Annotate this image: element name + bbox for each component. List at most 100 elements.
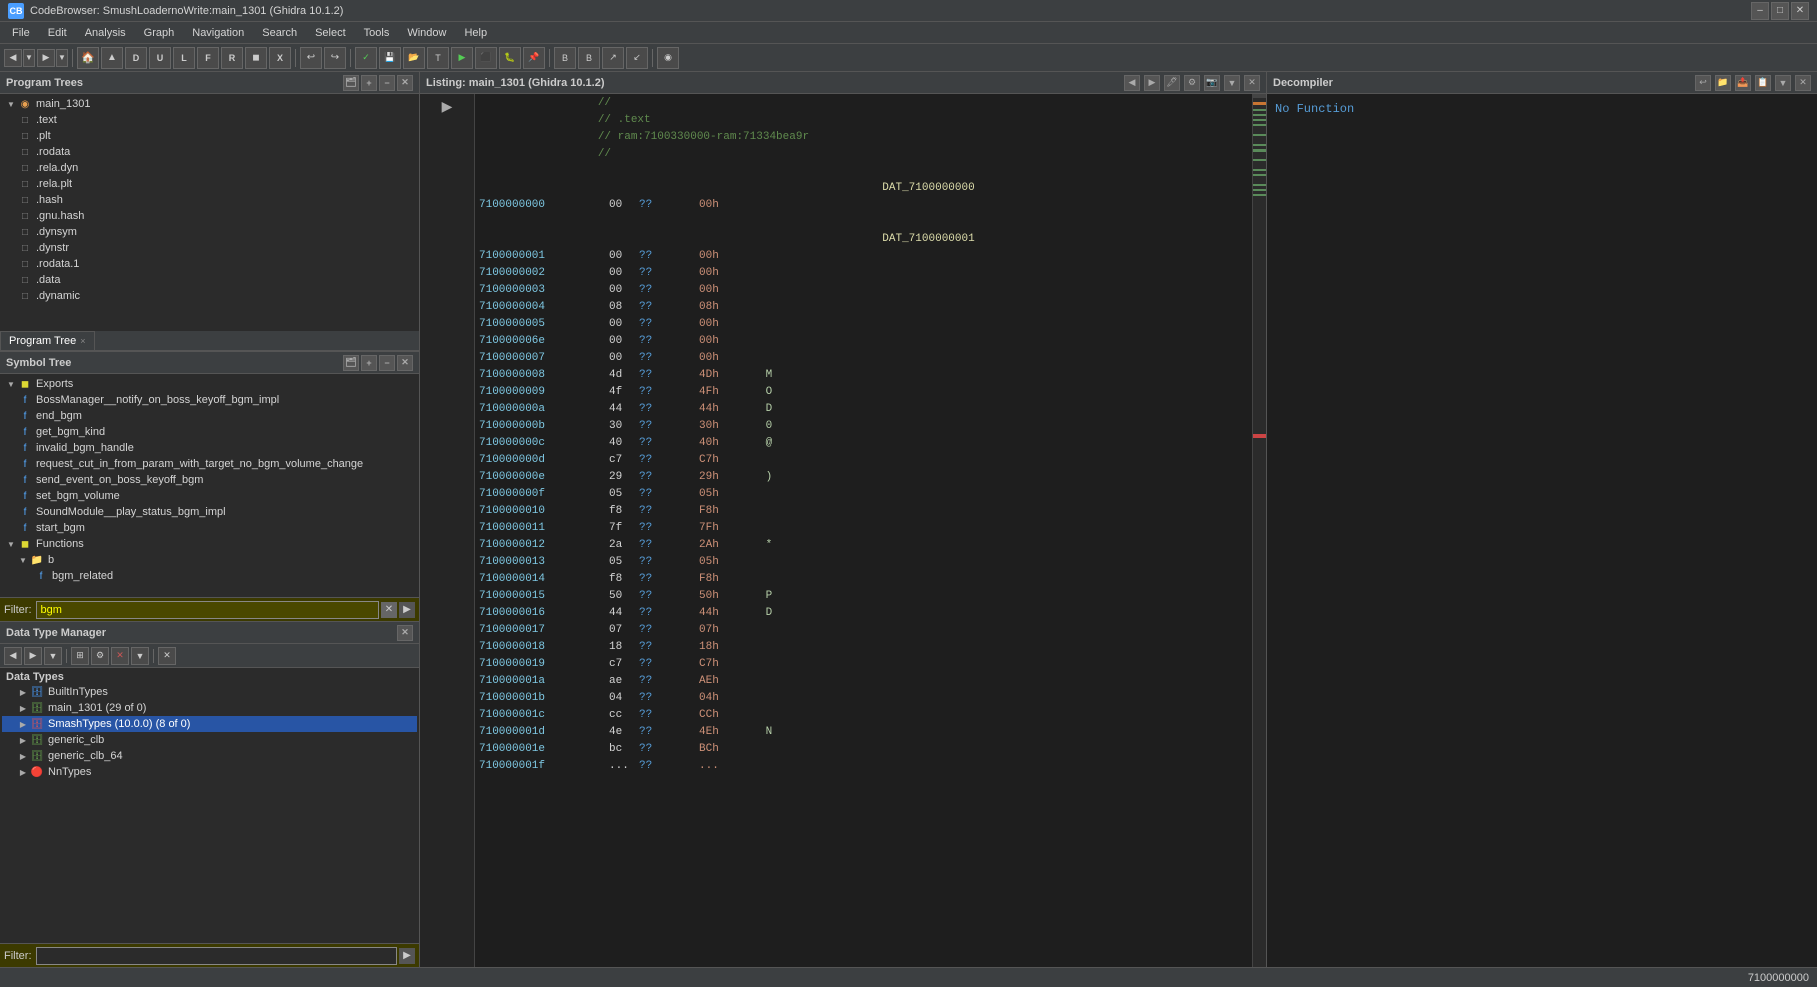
tree-gnu-hash[interactable]: □ .gnu.hash bbox=[2, 208, 417, 224]
listing-row-0[interactable]: 7100000000 00 ?? 00h bbox=[475, 196, 1252, 213]
toolbar-up[interactable]: ▲ bbox=[101, 47, 123, 69]
dtm-main1301[interactable]: ▶ 🗄 main_1301 (29 of 0) bbox=[2, 700, 417, 716]
row-10[interactable]: 7100000010 f8 ?? F8h bbox=[475, 502, 1252, 519]
toolbar-label[interactable]: L bbox=[173, 47, 195, 69]
toolbar-export[interactable]: ↗ bbox=[602, 47, 624, 69]
tree-plt[interactable]: □ .plt bbox=[2, 128, 417, 144]
maximize-button[interactable]: □ bbox=[1771, 2, 1789, 20]
dtm-filter-input[interactable] bbox=[36, 947, 398, 965]
row-9[interactable]: 7100000009 4f ?? 4Fh O bbox=[475, 383, 1252, 400]
filter-go-button[interactable]: ▶ bbox=[399, 602, 415, 618]
row-e[interactable]: 710000000e 29 ?? 29h ) bbox=[475, 468, 1252, 485]
toolbar-extra1[interactable]: ◉ bbox=[657, 47, 679, 69]
menu-analysis[interactable]: Analysis bbox=[77, 23, 134, 43]
toolbar-import[interactable]: ↙ bbox=[626, 47, 648, 69]
row-8[interactable]: 7100000008 4d ?? 4Dh M bbox=[475, 366, 1252, 383]
row-a[interactable]: 710000000a 44 ?? 44h D bbox=[475, 400, 1252, 417]
tree-dynsym[interactable]: □ .dynsym bbox=[2, 224, 417, 240]
dtm-red-x[interactable]: ✕ bbox=[111, 647, 129, 665]
func-bgm-related[interactable]: f bgm_related bbox=[2, 568, 417, 584]
tree-rela-plt[interactable]: □ .rela.plt bbox=[2, 176, 417, 192]
row-d[interactable]: 710000000d c7 ?? C7h bbox=[475, 451, 1252, 468]
toolbar-redo[interactable]: ↪ bbox=[324, 47, 346, 69]
toolbar-x[interactable]: X bbox=[269, 47, 291, 69]
tree-rodata[interactable]: □ .rodata bbox=[2, 144, 417, 160]
symbol-tree-btn1[interactable]: 🗂 bbox=[343, 355, 359, 371]
tree-dynamic[interactable]: □ .dynamic bbox=[2, 288, 417, 304]
tree-rodata1[interactable]: □ .rodata.1 bbox=[2, 256, 417, 272]
toolbar-disasm[interactable]: D bbox=[125, 47, 147, 69]
row-13[interactable]: 7100000013 05 ?? 05h bbox=[475, 553, 1252, 570]
decompiler-btn3[interactable]: 📤 bbox=[1735, 75, 1751, 91]
export-invalid-bgm[interactable]: f invalid_bgm_handle bbox=[2, 440, 417, 456]
row-14[interactable]: 7100000014 f8 ?? F8h bbox=[475, 570, 1252, 587]
menu-help[interactable]: Help bbox=[456, 23, 495, 43]
decompiler-close[interactable]: ✕ bbox=[1795, 75, 1811, 91]
toolbar-refs[interactable]: R bbox=[221, 47, 243, 69]
row-c[interactable]: 710000000c 40 ?? 40h @ bbox=[475, 434, 1252, 451]
toolbar-t1[interactable]: T bbox=[427, 47, 449, 69]
symbol-tree-btn3[interactable]: − bbox=[379, 355, 395, 371]
exports-node[interactable]: ▼ ◼ Exports bbox=[2, 376, 417, 392]
close-button[interactable]: ✕ bbox=[1791, 2, 1809, 20]
listing-btn5[interactable]: 📷 bbox=[1204, 75, 1220, 91]
filter-clear-button[interactable]: ✕ bbox=[381, 602, 397, 618]
toolbar-home[interactable]: 🏠 bbox=[77, 47, 99, 69]
row-12[interactable]: 7100000012 2a ?? 2Ah * bbox=[475, 536, 1252, 553]
toolbar-b1[interactable]: B bbox=[554, 47, 576, 69]
row-1d[interactable]: 710000001d 4e ?? 4Eh N bbox=[475, 723, 1252, 740]
dtm-nntypes[interactable]: ▶ 🔴 NnTypes bbox=[2, 764, 417, 780]
export-end-bgm[interactable]: f end_bgm bbox=[2, 408, 417, 424]
listing-btn2[interactable]: ▶ bbox=[1144, 75, 1160, 91]
dtm-generic-clb[interactable]: ▶ 🗄 generic_clb bbox=[2, 732, 417, 748]
menu-select[interactable]: Select bbox=[307, 23, 354, 43]
export-get-bgm-kind[interactable]: f get_bgm_kind bbox=[2, 424, 417, 440]
tree-data[interactable]: □ .data bbox=[2, 272, 417, 288]
tab-program-tree-close[interactable]: × bbox=[80, 336, 85, 346]
tree-rela-dyn[interactable]: □ .rela.dyn bbox=[2, 160, 417, 176]
row-1e[interactable]: 710000001e bc ?? BCh bbox=[475, 740, 1252, 757]
toolbar-bug[interactable]: 🐛 bbox=[499, 47, 521, 69]
row-1[interactable]: 7100000001 00 ?? 00h bbox=[475, 247, 1252, 264]
dtm-arrow-btn[interactable]: ▼ bbox=[131, 647, 149, 665]
nav-back-dropdown[interactable]: ▼ bbox=[23, 49, 35, 67]
dtm-builtins[interactable]: ▶ 🗄 BuiltInTypes bbox=[2, 684, 417, 700]
listing-close[interactable]: ✕ bbox=[1244, 75, 1260, 91]
menu-file[interactable]: File bbox=[4, 23, 38, 43]
program-trees-btn2[interactable]: + bbox=[361, 75, 377, 91]
dtm-nav-fwd[interactable]: ▶ bbox=[24, 647, 42, 665]
row-7[interactable]: 7100000007 00 ?? 00h bbox=[475, 349, 1252, 366]
row-1c[interactable]: 710000001c cc ?? CCh bbox=[475, 706, 1252, 723]
listing-minimap[interactable] bbox=[1252, 94, 1266, 967]
tree-root[interactable]: ▼ ◉ main_1301 bbox=[2, 96, 417, 112]
func-b-folder[interactable]: ▼ 📁 b bbox=[2, 552, 417, 568]
row-19[interactable]: 7100000019 c7 ?? C7h bbox=[475, 655, 1252, 672]
row-11[interactable]: 7100000011 7f ?? 7Fh bbox=[475, 519, 1252, 536]
nav-fwd-button[interactable]: ▶ bbox=[37, 49, 55, 67]
functions-node[interactable]: ▼ ◼ Functions bbox=[2, 536, 417, 552]
decompiler-btn5[interactable]: ▼ bbox=[1775, 75, 1791, 91]
decompiler-btn2[interactable]: 📁 bbox=[1715, 75, 1731, 91]
toolbar-pin[interactable]: 📌 bbox=[523, 47, 545, 69]
listing-btn1[interactable]: ◀ bbox=[1124, 75, 1140, 91]
menu-edit[interactable]: Edit bbox=[40, 23, 75, 43]
program-trees-close[interactable]: ✕ bbox=[397, 75, 413, 91]
toolbar-undo[interactable]: ↩ bbox=[300, 47, 322, 69]
symbol-tree-close[interactable]: ✕ bbox=[397, 355, 413, 371]
toolbar-save[interactable]: 💾 bbox=[379, 47, 401, 69]
row-1b[interactable]: 710000001b 04 ?? 04h bbox=[475, 689, 1252, 706]
row-1f[interactable]: 710000001f ... ?? ... bbox=[475, 757, 1252, 774]
export-soundmodule[interactable]: f SoundModule__play_status_bgm_impl bbox=[2, 504, 417, 520]
toolbar-apply[interactable]: ✓ bbox=[355, 47, 377, 69]
decompiler-btn4[interactable]: 📋 bbox=[1755, 75, 1771, 91]
dtm-smashtypes[interactable]: ▶ 🗄 SmashTypes (10.0.0) (8 of 0) bbox=[2, 716, 417, 732]
menu-navigation[interactable]: Navigation bbox=[184, 23, 252, 43]
row-3[interactable]: 7100000003 00 ?? 00h bbox=[475, 281, 1252, 298]
dtm-filter-btn[interactable]: ⚙ bbox=[91, 647, 109, 665]
row-2[interactable]: 7100000002 00 ?? 00h bbox=[475, 264, 1252, 281]
row-6[interactable]: 710000006e 00 ?? 00h bbox=[475, 332, 1252, 349]
row-16[interactable]: 7100000016 44 ?? 44h D bbox=[475, 604, 1252, 621]
dtm-generic-clb-64[interactable]: ▶ 🗄 generic_clb_64 bbox=[2, 748, 417, 764]
toolbar-clear[interactable]: U bbox=[149, 47, 171, 69]
dtm-view-btn[interactable]: ⊞ bbox=[71, 647, 89, 665]
